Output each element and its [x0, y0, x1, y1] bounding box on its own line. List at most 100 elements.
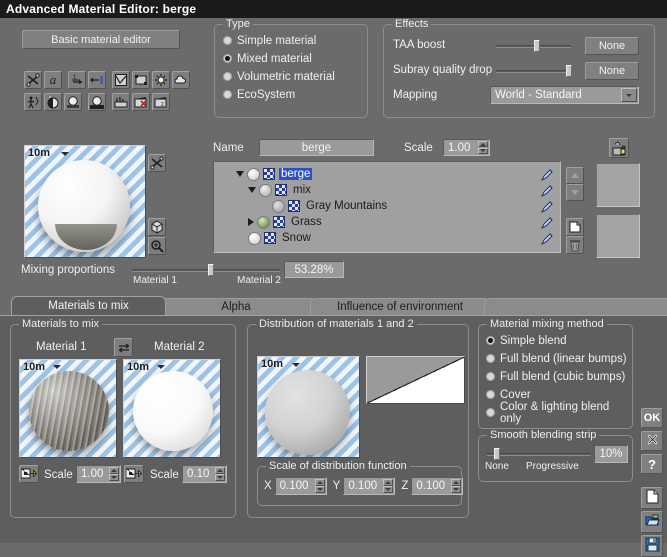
- tree-row-gray-mountains[interactable]: Gray Mountains: [214, 198, 560, 214]
- stepper-down[interactable]: [215, 474, 225, 481]
- light-bulb-icon[interactable]: [152, 71, 170, 89]
- radio-simple-blend[interactable]: Simple blend: [486, 333, 632, 348]
- scale-y-stepper[interactable]: [383, 479, 394, 493]
- figure-icon[interactable]: [24, 93, 42, 111]
- radio-full-blend-cubic-bumps[interactable]: Full blend (cubic bumps): [486, 369, 632, 384]
- caret-down-icon[interactable]: [236, 171, 244, 177]
- stepper-up[interactable]: [451, 479, 462, 486]
- material1-scale-input[interactable]: 1.00: [76, 465, 121, 483]
- curve-edit-icon[interactable]: [112, 71, 130, 89]
- scale-stepper[interactable]: [478, 141, 488, 154]
- subray-quality-drop-value-button[interactable]: None: [585, 62, 639, 80]
- fit-width-icon[interactable]: [88, 71, 106, 89]
- mixing-percent-field[interactable]: 53.28%: [284, 261, 344, 278]
- name-input[interactable]: berge: [259, 139, 374, 156]
- stepper-up[interactable]: [314, 479, 325, 486]
- preview-cube-icon[interactable]: [148, 218, 166, 236]
- stepper-up[interactable]: [478, 141, 488, 148]
- material-lock-icon[interactable]: [609, 138, 629, 158]
- stepper-up[interactable]: [109, 467, 119, 474]
- scale-input[interactable]: 1.00: [443, 139, 490, 156]
- ok-button[interactable]: OK: [641, 408, 663, 428]
- radio-ecosystem[interactable]: EcoSystem: [223, 87, 335, 102]
- taa-boost-value-button[interactable]: None: [585, 37, 639, 55]
- open-button[interactable]: [641, 511, 663, 533]
- subray-quality-drop-slider[interactable]: [496, 65, 572, 77]
- caret-down-icon[interactable]: [248, 187, 256, 193]
- material1-scale-stepper[interactable]: [109, 467, 119, 481]
- radio-full-blend-linear-bumps[interactable]: Full blend (linear bumps): [486, 351, 632, 366]
- stepper-down[interactable]: [109, 474, 119, 481]
- material2-preview[interactable]: 10m: [123, 359, 221, 458]
- preview-zoom-icon[interactable]: [148, 237, 166, 255]
- scale-z-input[interactable]: 0.100: [411, 477, 464, 495]
- delete-icon[interactable]: [566, 236, 584, 254]
- terrain-icon[interactable]: [112, 93, 130, 111]
- caret-right-icon[interactable]: [248, 218, 254, 226]
- tree-row-grass[interactable]: Grass: [214, 214, 560, 230]
- material-tree[interactable]: berge mix Gray Mountains Grass Snow: [213, 161, 561, 253]
- frame-icon[interactable]: [132, 71, 150, 89]
- chevron-down-icon[interactable]: [61, 152, 69, 156]
- material1-preview[interactable]: 10m: [19, 359, 117, 458]
- number-ramp-icon[interactable]: 1: [68, 71, 86, 89]
- help-button[interactable]: ?: [641, 454, 663, 474]
- basic-material-editor-button[interactable]: Basic material editor: [22, 30, 180, 49]
- mapping-combobox[interactable]: World - Standard: [490, 86, 639, 104]
- shuffle-icon[interactable]: [24, 71, 42, 89]
- swap-icon[interactable]: [114, 338, 133, 357]
- tab-extra[interactable]: [484, 298, 667, 315]
- new-button[interactable]: [641, 487, 663, 509]
- radio-simple-material[interactable]: Simple material: [223, 33, 335, 48]
- clapper-z-icon[interactable]: z: [152, 93, 170, 111]
- stepper-down[interactable]: [478, 147, 488, 154]
- duplicate-icon[interactable]: [566, 218, 584, 236]
- material2-texture-picker-icon[interactable]: [124, 465, 144, 483]
- preview-shuffle-icon[interactable]: [148, 154, 166, 172]
- cloud-icon[interactable]: [172, 71, 190, 89]
- edit-pencil-icon[interactable]: [540, 232, 554, 248]
- chevron-down-icon[interactable]: [292, 363, 300, 367]
- smooth-blending-slider[interactable]: [487, 448, 591, 460]
- tree-row-snow[interactable]: Snow: [214, 230, 560, 246]
- taa-boost-slider[interactable]: [496, 40, 571, 52]
- scale-x-stepper[interactable]: [314, 479, 325, 493]
- save-button[interactable]: [641, 535, 663, 557]
- move-down-icon[interactable]: [566, 184, 584, 201]
- radio-volumetric-material[interactable]: Volumetric material: [223, 69, 335, 84]
- slider-knob[interactable]: [534, 40, 540, 52]
- scale-x-input[interactable]: 0.100: [274, 477, 327, 495]
- smooth-blending-value-field[interactable]: 10%: [594, 445, 628, 463]
- clapper-delete-icon[interactable]: [132, 93, 150, 111]
- radio-mixed-material[interactable]: Mixed material: [223, 51, 335, 66]
- stepper-up[interactable]: [215, 467, 225, 474]
- sphere-dark-icon[interactable]: [88, 93, 106, 111]
- tree-row-berge[interactable]: berge: [214, 166, 560, 182]
- stepper-down[interactable]: [383, 486, 394, 493]
- move-up-icon[interactable]: [566, 167, 584, 184]
- distribution-function-graph[interactable]: [366, 356, 465, 404]
- tab-materials-to-mix[interactable]: Materials to mix: [11, 296, 166, 315]
- material-preview[interactable]: 10m: [24, 145, 146, 258]
- sphere-half-icon[interactable]: [44, 93, 62, 111]
- chevron-down-icon[interactable]: [53, 365, 61, 369]
- material1-texture-picker-icon[interactable]: [19, 465, 39, 483]
- text-a-icon[interactable]: a: [44, 71, 62, 89]
- cancel-button[interactable]: [641, 431, 663, 451]
- tab-influence-of-environment[interactable]: Influence of environment: [310, 298, 490, 315]
- chevron-down-icon[interactable]: [157, 365, 165, 369]
- tree-row-mix[interactable]: mix: [214, 182, 560, 198]
- radio-color-lighting-blend-only[interactable]: Color & lighting blend only: [486, 401, 632, 425]
- material2-scale-stepper[interactable]: [215, 467, 225, 481]
- chevron-down-icon[interactable]: [621, 88, 637, 102]
- slider-knob[interactable]: [208, 264, 214, 276]
- stepper-down[interactable]: [451, 486, 462, 493]
- sphere-light-icon[interactable]: [64, 93, 82, 111]
- material2-scale-input[interactable]: 0.10: [182, 465, 227, 483]
- distribution-preview[interactable]: 10m: [257, 356, 360, 458]
- scale-z-stepper[interactable]: [451, 479, 462, 493]
- tab-alpha[interactable]: Alpha: [155, 298, 317, 315]
- stepper-down[interactable]: [314, 486, 325, 493]
- scale-y-input[interactable]: 0.100: [343, 477, 396, 495]
- slider-knob[interactable]: [494, 448, 500, 460]
